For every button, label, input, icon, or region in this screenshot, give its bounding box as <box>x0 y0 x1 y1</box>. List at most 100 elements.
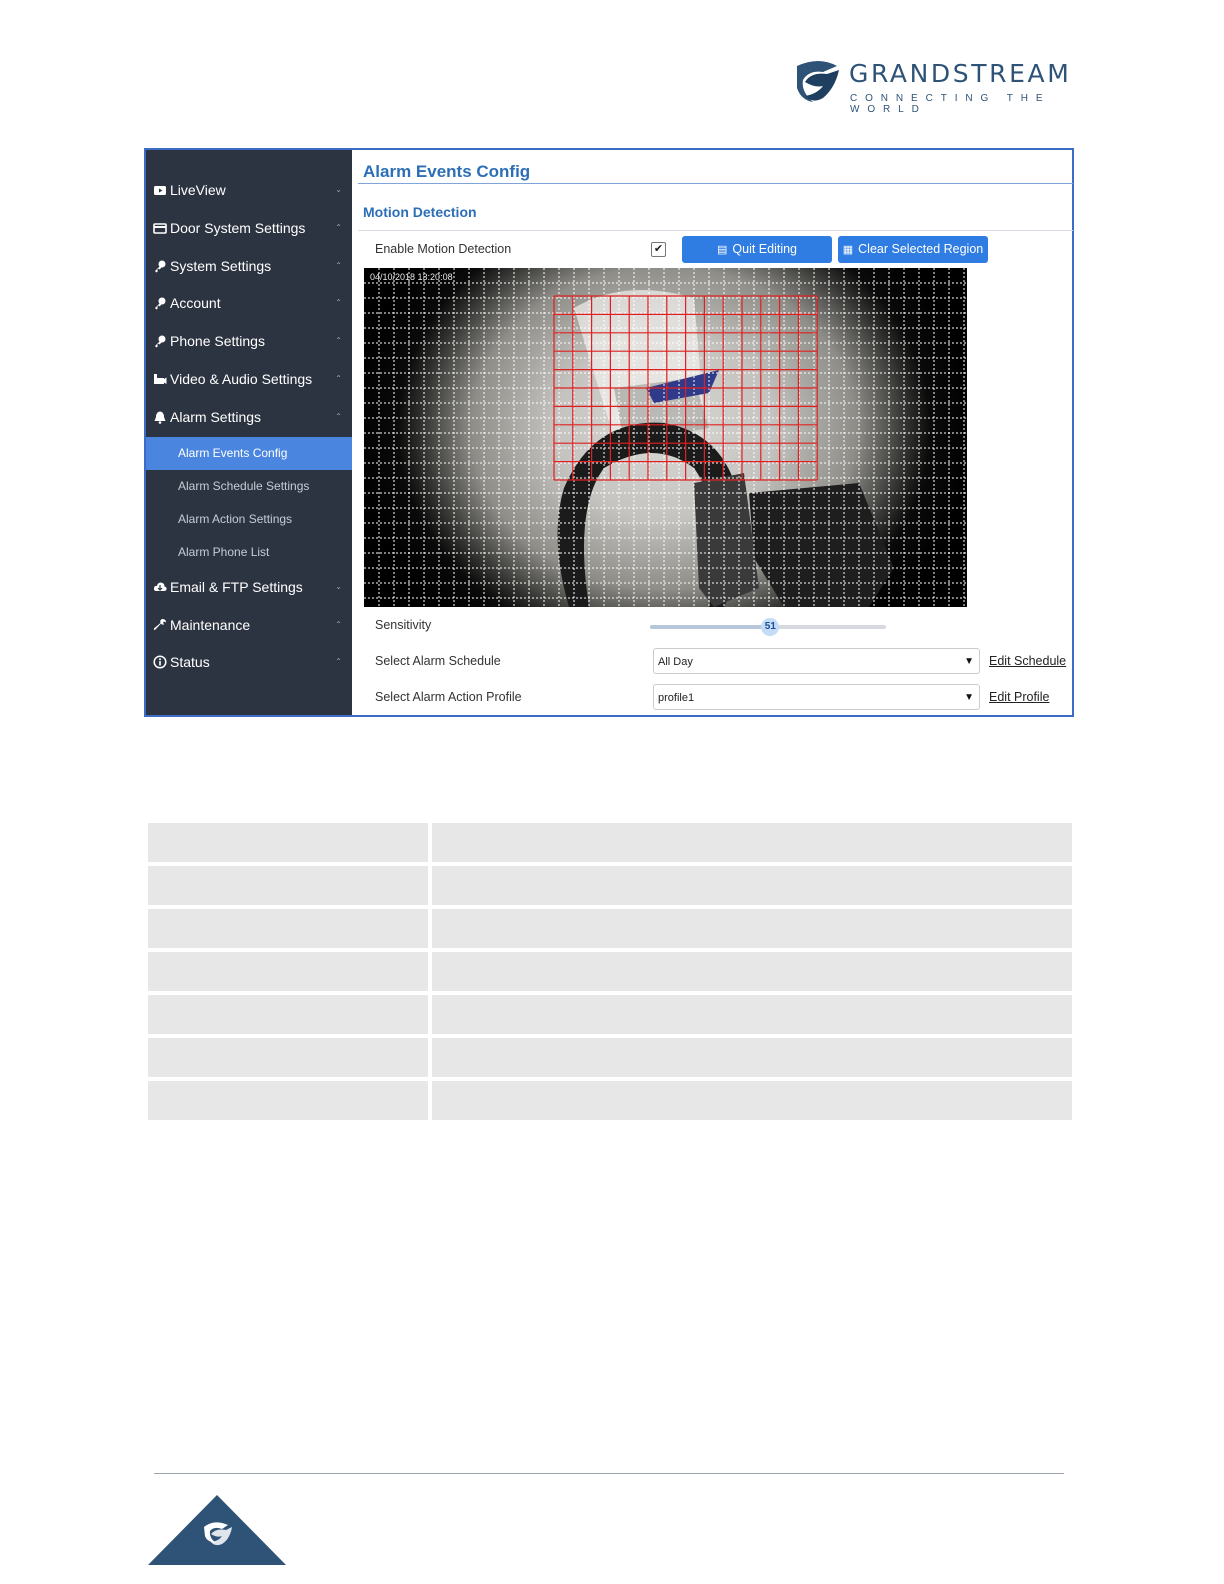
select-alarm-schedule-label: Select Alarm Schedule <box>375 654 501 668</box>
chevron-up-icon: ⌃ <box>335 298 342 307</box>
table-row <box>148 1081 1072 1120</box>
sidebar-item-video-audio-settings[interactable]: Video & Audio Settings ⌃ <box>146 360 352 398</box>
table-cell-parameter <box>148 866 428 905</box>
clear-selected-region-button[interactable]: ▦ Clear Selected Region <box>838 236 988 263</box>
sidebar-subitem-alarm-phone-list[interactable]: Alarm Phone List <box>146 536 352 569</box>
dropdown-arrow-icon: ▼ <box>964 656 974 667</box>
sidebar-item-liveview[interactable]: LiveView ⌄ <box>146 171 352 209</box>
main-content: Alarm Events Config Motion Detection Ena… <box>352 150 1073 715</box>
grid-icon: ▦ <box>842 244 854 256</box>
table-row <box>148 866 1072 905</box>
table-cell-description <box>432 909 1072 948</box>
key-icon <box>155 335 166 348</box>
sidebar-item-label: Account <box>170 295 221 311</box>
sidebar-item-phone-settings[interactable]: Phone Settings ⌃ <box>146 322 352 360</box>
sidebar-item-label: System Settings <box>170 258 272 274</box>
chevron-down-icon: ⌄ <box>335 582 342 591</box>
sensitivity-label: Sensitivity <box>375 618 432 632</box>
table-cell-parameter <box>148 1038 428 1077</box>
quit-editing-button[interactable]: ▤ Quit Editing <box>682 236 832 263</box>
sidebar-item-maintenance[interactable]: Maintenance ⌃ <box>146 606 352 644</box>
table-cell-parameter <box>148 995 428 1034</box>
sidebar-item-label: Status <box>170 654 210 670</box>
table-row <box>148 909 1072 948</box>
chevron-up-icon: ⌃ <box>335 261 342 270</box>
table-cell-description <box>432 1038 1072 1077</box>
sidebar-item-door-system-settings[interactable]: Door System Settings ⌃ <box>146 209 352 247</box>
chevron-up-icon: ⌃ <box>335 374 342 383</box>
quit-editing-label: Quit Editing <box>732 242 798 256</box>
motion-grid <box>364 268 967 607</box>
edit-schedule-link[interactable]: Edit Schedule <box>989 654 1066 668</box>
table-cell-parameter <box>148 909 428 948</box>
page-title: Alarm Events Config <box>363 162 531 181</box>
table-row <box>148 995 1072 1034</box>
footer-divider <box>154 1473 1064 1474</box>
alarm-action-profile-value: profile1 <box>658 692 695 704</box>
sidebar-item-label: Email & FTP Settings <box>170 579 303 595</box>
dropdown-arrow-icon: ▼ <box>964 692 974 703</box>
table-cell-description <box>432 952 1072 991</box>
key-icon <box>155 260 166 273</box>
selected-region-grid <box>553 295 818 481</box>
motion-detection-video[interactable]: 04/10/2018 13:20:08 <box>364 268 967 607</box>
card-icon <box>153 223 167 234</box>
enable-motion-detection-checkbox[interactable]: ✔ <box>651 242 666 257</box>
sidebar-subitem-alarm-events-config[interactable]: Alarm Events Config <box>146 437 352 470</box>
table-cell-parameter <box>148 1081 428 1120</box>
sidebar-subitem-alarm-schedule-settings[interactable]: Alarm Schedule Settings <box>146 470 352 503</box>
detection-grid-lines <box>364 268 967 607</box>
title-divider <box>358 183 1073 184</box>
chevron-up-icon: ⌃ <box>335 657 342 666</box>
sidebar-subitem-label: Alarm Schedule Settings <box>178 479 310 493</box>
table-cell-parameter <box>148 952 428 991</box>
chevron-up-icon: ⌃ <box>335 336 342 345</box>
sidebar-item-alarm-settings[interactable]: Alarm Settings ⌃ <box>146 398 352 436</box>
table-row <box>148 952 1072 991</box>
chevron-up-icon: ⌃ <box>335 412 342 421</box>
wrench-icon <box>153 619 166 630</box>
sidebar-item-label: Maintenance <box>170 617 251 633</box>
sensitivity-slider[interactable]: 51 <box>650 618 886 636</box>
clear-selected-region-label: Clear Selected Region <box>858 242 984 256</box>
section-title: Motion Detection <box>363 204 477 220</box>
sidebar-item-system-settings[interactable]: System Settings ⌃ <box>146 247 352 285</box>
video-timestamp: 04/10/2018 13:20:08 <box>370 272 453 282</box>
section-divider <box>358 230 1073 231</box>
chevron-down-icon: ⌄ <box>335 185 342 194</box>
sidebar: LiveView ⌄ Door System Settings ⌃ System… <box>146 150 352 715</box>
sensitivity-slider-fill <box>650 625 771 629</box>
sidebar-item-account[interactable]: Account ⌃ <box>146 284 352 322</box>
web-ui-screenshot: LiveView ⌄ Door System Settings ⌃ System… <box>144 148 1074 717</box>
table-cell-parameter <box>148 823 428 862</box>
camera-icon <box>154 374 167 384</box>
chevron-up-icon: ⌃ <box>335 223 342 232</box>
brand-tagline: CONNECTING THE WORLD <box>850 93 1051 115</box>
enable-motion-detection-label: Enable Motion Detection <box>375 242 512 256</box>
sidebar-item-label: LiveView <box>170 182 226 198</box>
video-icon <box>154 186 166 195</box>
info-icon <box>153 655 167 669</box>
grandstream-logo: GRANDSTREAM CONNECTING THE WORLD <box>793 58 1123 115</box>
table-row <box>148 823 1072 862</box>
list-icon: ▤ <box>716 244 728 256</box>
grandstream-logo-icon <box>797 61 839 102</box>
sidebar-item-label: Video & Audio Settings <box>170 371 313 387</box>
alarm-schedule-select[interactable]: All Day ▼ <box>653 648 980 674</box>
sidebar-subitem-alarm-action-settings[interactable]: Alarm Action Settings <box>146 503 352 536</box>
sidebar-item-status[interactable]: Status ⌃ <box>146 643 352 681</box>
table-cell-description <box>432 1081 1072 1120</box>
sidebar-item-email-ftp-settings[interactable]: Email & FTP Settings ⌄ <box>146 568 352 606</box>
brand-name: GRANDSTREAM <box>849 59 1072 88</box>
sensitivity-slider-handle[interactable]: 51 <box>761 618 780 636</box>
edit-profile-link[interactable]: Edit Profile <box>989 690 1049 704</box>
alarm-action-profile-select[interactable]: profile1 ▼ <box>653 684 980 710</box>
alarm-schedule-value: All Day <box>658 656 693 668</box>
bell-icon <box>154 411 166 424</box>
chevron-up-icon: ⌃ <box>335 620 342 629</box>
sidebar-item-label: Alarm Settings <box>170 409 262 425</box>
select-alarm-action-profile-label: Select Alarm Action Profile <box>375 690 522 704</box>
cloud-icon <box>153 582 167 591</box>
table-cell-description <box>432 866 1072 905</box>
table-row <box>148 1038 1072 1077</box>
